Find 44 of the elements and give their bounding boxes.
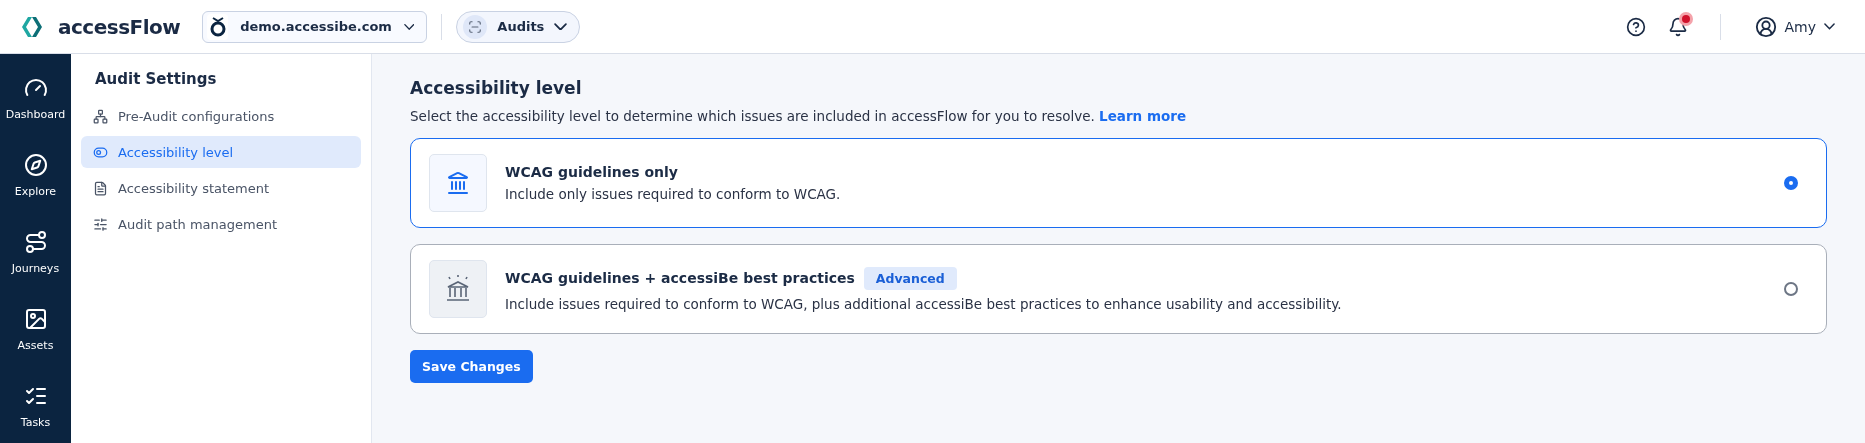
building-stars-icon: [445, 274, 471, 304]
scan-icon: [463, 14, 488, 39]
page-title: Accessibility level: [410, 78, 583, 98]
sidebar-title: Audit Settings: [95, 70, 218, 88]
notification-dot: [1681, 14, 1690, 23]
sidebar-item[interactable]: Accessibility statement: [81, 172, 361, 204]
document-icon: [93, 180, 108, 196]
nav-item[interactable]: Assets: [0, 303, 71, 356]
sidebar-item[interactable]: Audit path management: [81, 208, 361, 240]
nav-item[interactable]: Journeys: [0, 226, 71, 279]
user-menu[interactable]: Amy: [1748, 14, 1841, 39]
chevron-down-icon: [403, 22, 415, 31]
user-avatar-icon: [1754, 15, 1777, 38]
option-description: Include issues required to conform to WCAG, plus additional accessiBe best practices to enhance usability and accessibility.: [505, 295, 1343, 312]
chevron-down-icon: [554, 22, 568, 31]
nav-item[interactable]: Tasks: [0, 380, 71, 433]
site-logo-icon: [207, 13, 229, 40]
route-icon: [23, 230, 48, 254]
save-changes-button[interactable]: Save Changes: [410, 350, 533, 383]
site-selector[interactable]: demo.accessibe.com: [202, 10, 428, 43]
option-title: WCAG guidelines + accessiBe best practices: [505, 270, 855, 286]
toggle-icon: [93, 144, 108, 160]
image-icon: [23, 307, 48, 331]
compass-icon: [23, 153, 48, 177]
brand-name: accessFlow: [58, 14, 181, 39]
page-description: Select the accessibility level to determine which issues are included in accessFlow for you to resolve. Learn more: [410, 108, 1188, 124]
option-card[interactable]: WCAG guidelines only Include only issues required to conform to WCAG.: [410, 138, 1827, 228]
option-card[interactable]: WCAG guidelines + accessiBe best practices Advanced Include issues required to conform to WCAG, plus additional accessiBe best practices to enhance usability and accessibility.: [410, 244, 1827, 334]
advanced-badge: Advanced: [863, 266, 957, 290]
nav-item[interactable]: Dashboard: [0, 72, 71, 125]
nav-item[interactable]: Explore: [0, 149, 71, 202]
radio-button[interactable]: [1784, 176, 1798, 190]
building-icon: [446, 171, 470, 195]
option-title: WCAG guidelines only: [505, 164, 678, 180]
logo-icon: [20, 14, 44, 39]
chevron-down-icon: [1824, 23, 1835, 30]
option-description: Include only issues required to conform to WCAG.: [505, 186, 842, 202]
sidebar-item[interactable]: Accessibility level: [81, 136, 361, 168]
section-selector[interactable]: Audits: [456, 10, 581, 43]
network-icon: [93, 108, 108, 124]
radio-button[interactable]: [1784, 282, 1798, 296]
sidebar-item[interactable]: Pre-Audit configurations: [81, 100, 361, 132]
learn-more-link[interactable]: Learn more: [1099, 108, 1187, 124]
sliders-icon: [93, 216, 108, 232]
